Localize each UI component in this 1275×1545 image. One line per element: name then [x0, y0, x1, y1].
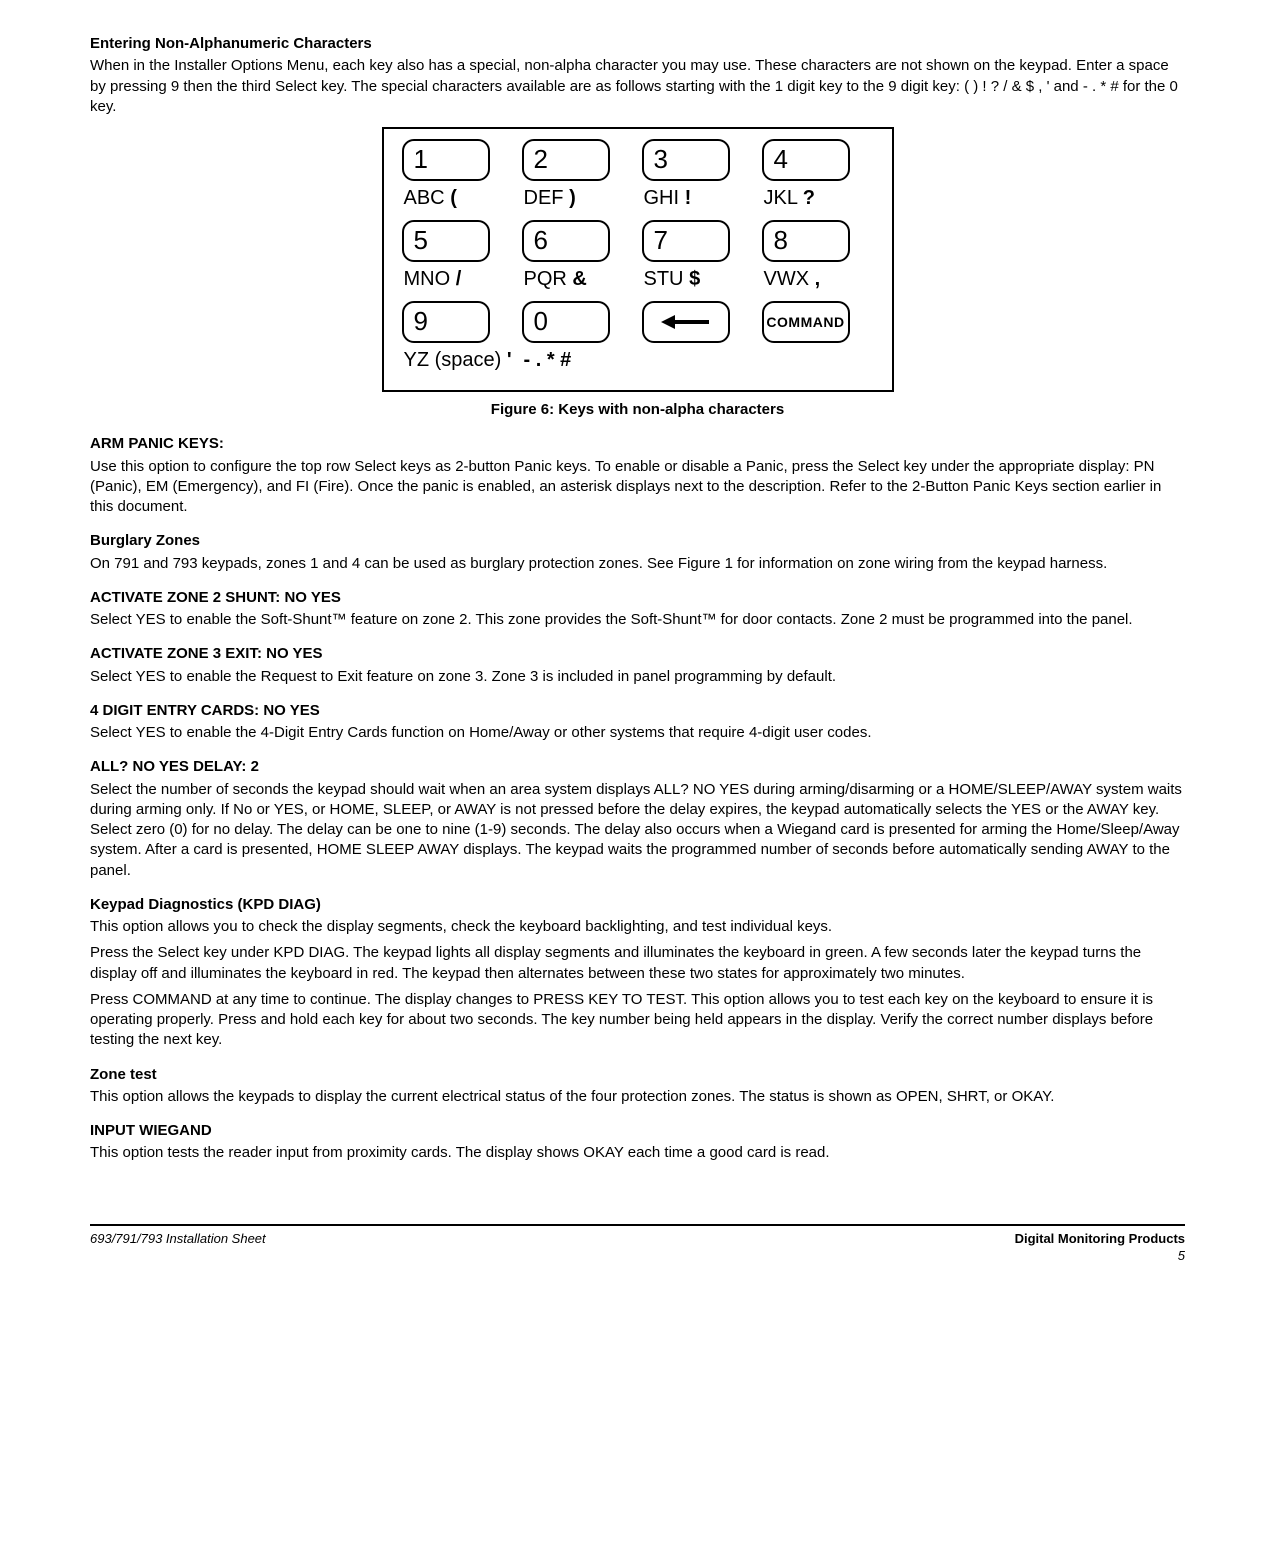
para-z2: Select YES to enable the Soft-Shunt™ fea… [90, 610, 1185, 630]
para-diag2: Press the Select key under KPD DIAG. The… [90, 943, 1185, 984]
key-command: COMMAND [762, 301, 850, 343]
footer-right: Digital Monitoring Products 5 [1015, 1230, 1185, 1265]
key-2: 2 [522, 139, 610, 181]
heading-nonalpha: Entering Non-Alphanumeric Characters [90, 34, 1185, 54]
para-all: Select the number of seconds the keypad … [90, 780, 1185, 881]
key-7-label: STU $ [644, 266, 701, 293]
key-5: 5 [402, 220, 490, 262]
key-1-label: ABC ( [404, 185, 457, 212]
heading-diag: Keypad Diagnostics (KPD DIAG) [90, 895, 1185, 915]
key-6: 6 [522, 220, 610, 262]
arrow-left-icon [661, 313, 711, 331]
key-7: 7 [642, 220, 730, 262]
key-3: 3 [642, 139, 730, 181]
heading-z2: ACTIVATE ZONE 2 SHUNT: NO YES [90, 588, 1185, 608]
key-back [642, 301, 730, 343]
para-z3: Select YES to enable the Request to Exit… [90, 667, 1185, 687]
key-4: 4 [762, 139, 850, 181]
para-burg: On 791 and 793 keypads, zones 1 and 4 ca… [90, 554, 1185, 574]
para-4digit: Select YES to enable the 4-Digit Entry C… [90, 723, 1185, 743]
para-nonalpha: When in the Installer Options Menu, each… [90, 56, 1185, 117]
heading-all: ALL? NO YES DELAY: 2 [90, 757, 1185, 777]
key-2-label: DEF ) [524, 185, 576, 212]
heading-zonetest: Zone test [90, 1065, 1185, 1085]
key-9: 9 [402, 301, 490, 343]
para-diag1: This option allows you to check the disp… [90, 917, 1185, 937]
key-1: 1 [402, 139, 490, 181]
para-zonetest: This option allows the keypads to displa… [90, 1087, 1185, 1107]
heading-z3: ACTIVATE ZONE 3 EXIT: NO YES [90, 644, 1185, 664]
para-armpanic: Use this option to configure the top row… [90, 457, 1185, 518]
key-8: 8 [762, 220, 850, 262]
key-8-label: VWX , [764, 266, 821, 293]
page-number: 5 [1178, 1248, 1185, 1263]
footer-left: 693/791/793 Installation Sheet [90, 1230, 266, 1265]
page-footer: 693/791/793 Installation Sheet Digital M… [90, 1224, 1185, 1265]
para-wiegand: This option tests the reader input from … [90, 1143, 1185, 1163]
key-9-label: YZ (space) ' [404, 347, 512, 374]
heading-4digit: 4 DIGIT ENTRY CARDS: NO YES [90, 701, 1185, 721]
key-5-label: MNO / [404, 266, 462, 293]
key-4-label: JKL ? [764, 185, 816, 212]
heading-wiegand: INPUT WIEGAND [90, 1121, 1185, 1141]
heading-burg: Burglary Zones [90, 531, 1185, 551]
key-0: 0 [522, 301, 610, 343]
key-3-label: GHI ! [644, 185, 692, 212]
heading-armpanic: ARM PANIC KEYS: [90, 434, 1185, 454]
para-diag3: Press COMMAND at any time to continue. T… [90, 990, 1185, 1051]
keypad-figure: 1 ABC ( 2 DEF ) 3 GHI ! 4 JKL ? 5 MNO / … [90, 127, 1185, 392]
figure-caption: Figure 6: Keys with non-alpha characters [90, 400, 1185, 420]
key-6-label: PQR & [524, 266, 587, 293]
key-0-label: - . * # [524, 347, 572, 374]
keypad-box: 1 ABC ( 2 DEF ) 3 GHI ! 4 JKL ? 5 MNO / … [382, 127, 894, 392]
